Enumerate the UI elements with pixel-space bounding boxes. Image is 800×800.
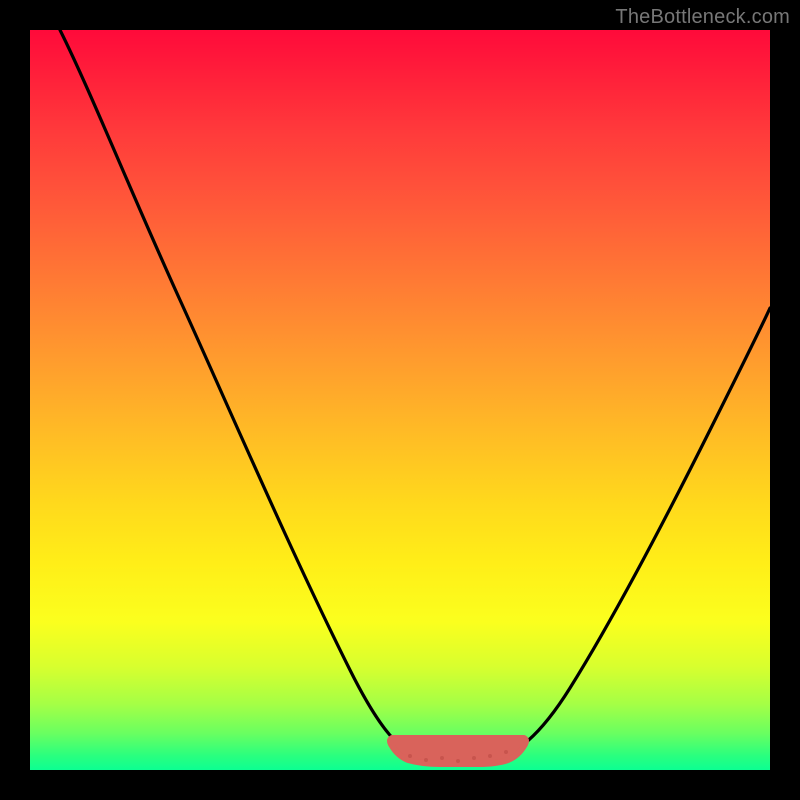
watermark-text: TheBottleneck.com [615,6,790,29]
optimal-zone-marker [390,738,526,764]
marker-texture [408,750,508,763]
bottleneck-curve [60,30,770,760]
plot-area [30,30,770,770]
bottleneck-curve-svg [30,30,770,770]
chart-frame: TheBottleneck.com [0,0,800,800]
